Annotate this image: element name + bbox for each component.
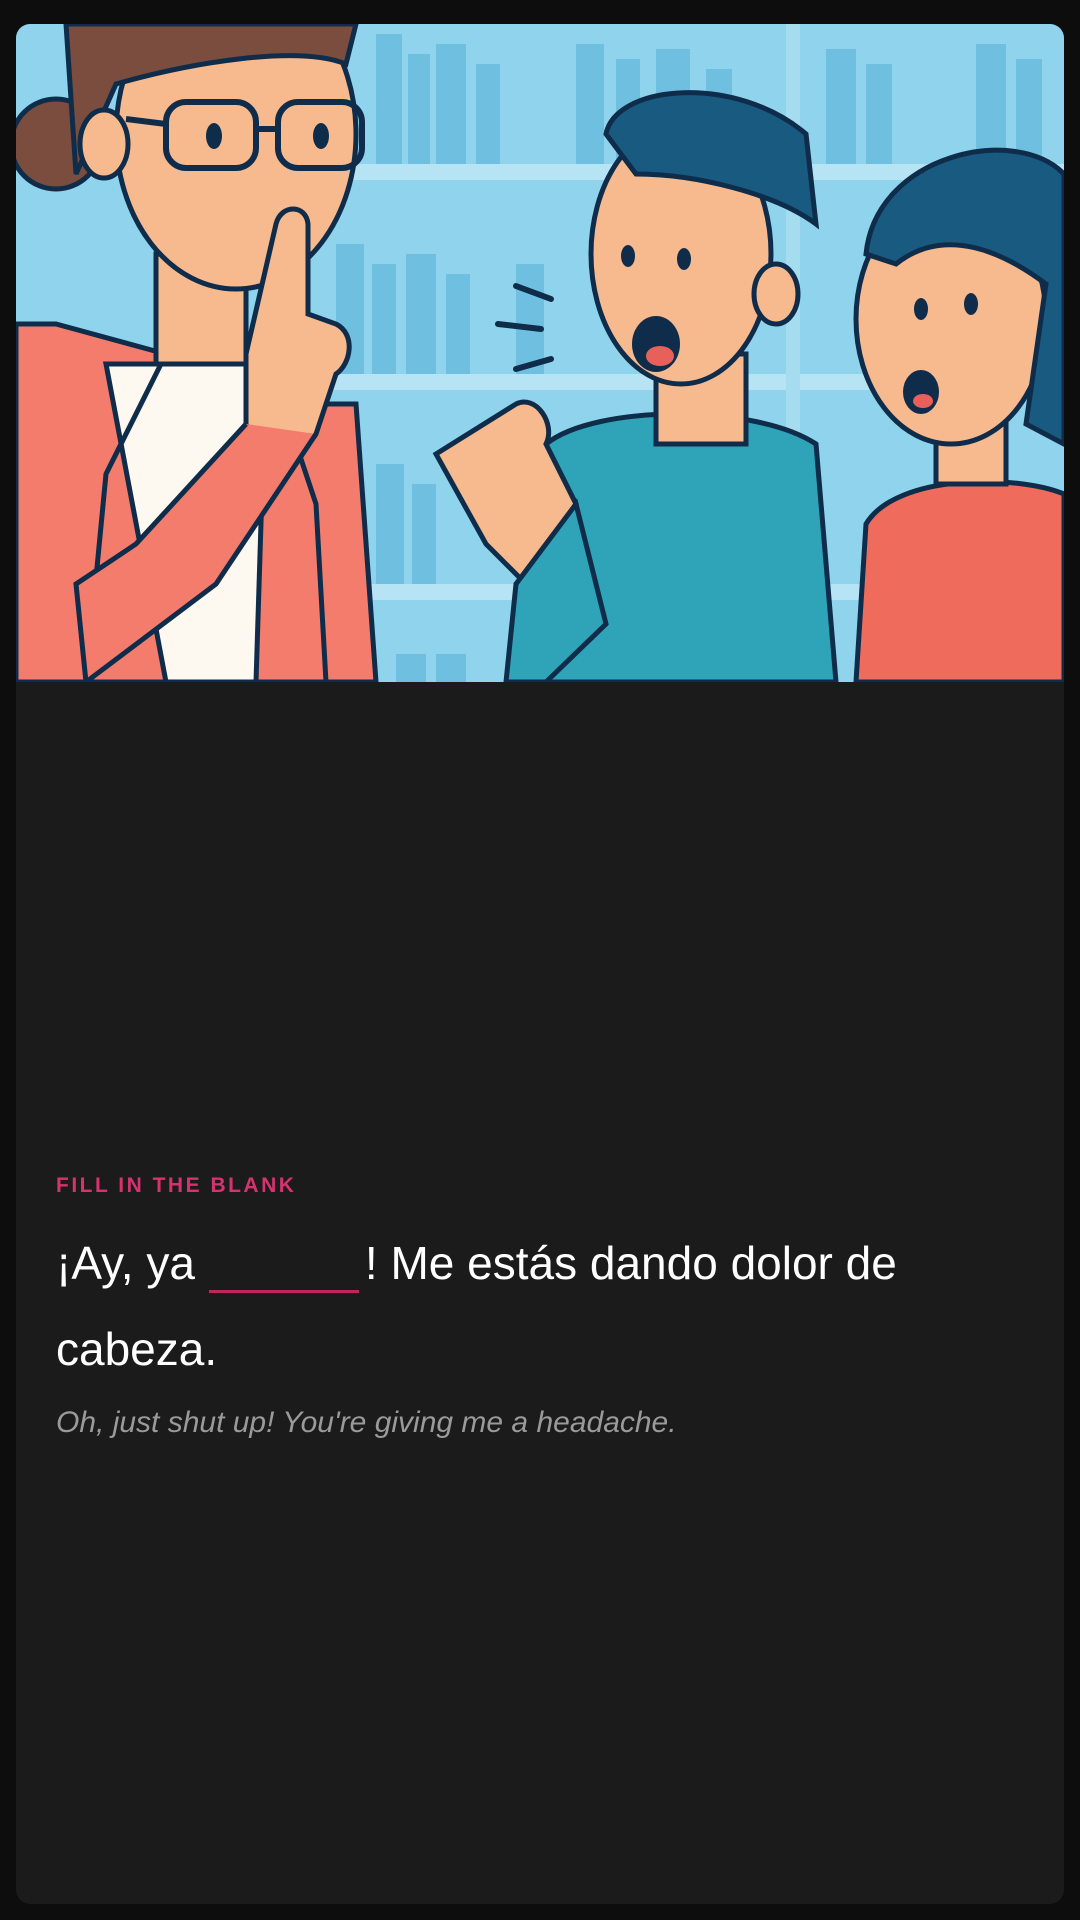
exercise-type-label: FILL IN THE BLANK xyxy=(56,1174,297,1197)
librarian-shushing-illustration xyxy=(16,24,1064,682)
question-section: FILL IN THE BLANK ¡Ay, ya! Me estás dand… xyxy=(56,1174,1024,1440)
translation-text: Oh, just shut up! You're giving me a hea… xyxy=(56,1406,677,1439)
exercise-card: FILL IN THE BLANK ¡Ay, ya! Me estás dand… xyxy=(16,24,1064,1904)
sentence-prompt: ¡Ay, ya! Me estás dando dolor de cabeza. xyxy=(56,1220,1024,1392)
answer-blank[interactable] xyxy=(208,1244,359,1293)
sentence-before: ¡Ay, ya xyxy=(56,1237,195,1289)
